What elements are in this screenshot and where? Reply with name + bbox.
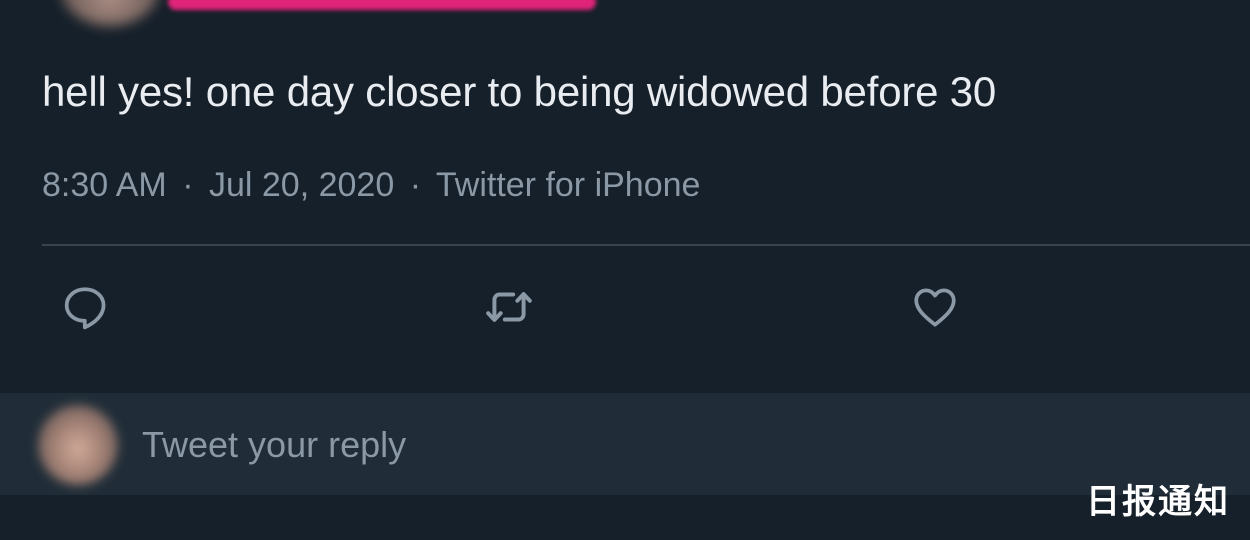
user-avatar [38,405,118,485]
watermark: 日报通知 [1086,482,1230,522]
heart-icon [914,288,956,327]
retweet-icon [486,292,532,322]
tweet-card: hell yes! one day closer to being widowe… [0,0,1250,540]
author-avatar[interactable] [60,0,160,26]
like-button[interactable] [908,282,962,332]
meta-separator: · [182,166,194,204]
reply-composer [0,393,1250,495]
reply-input[interactable] [142,421,1022,469]
meta-separator: · [409,166,422,204]
retweet-button[interactable] [482,282,536,332]
reply-icon [64,287,106,330]
divider [42,244,1250,246]
reply-button[interactable] [58,282,112,332]
tweet-time[interactable]: 8:30 AM [42,166,167,204]
tweet-meta: 8:30 AM · Jul 20, 2020 · Twitter for iPh… [42,164,700,206]
tweet-date[interactable]: Jul 20, 2020 [209,166,394,204]
tweet-text: hell yes! one day closer to being widowe… [42,68,997,115]
tweet-source[interactable]: Twitter for iPhone [436,166,701,204]
redacted-author-name [168,0,596,10]
